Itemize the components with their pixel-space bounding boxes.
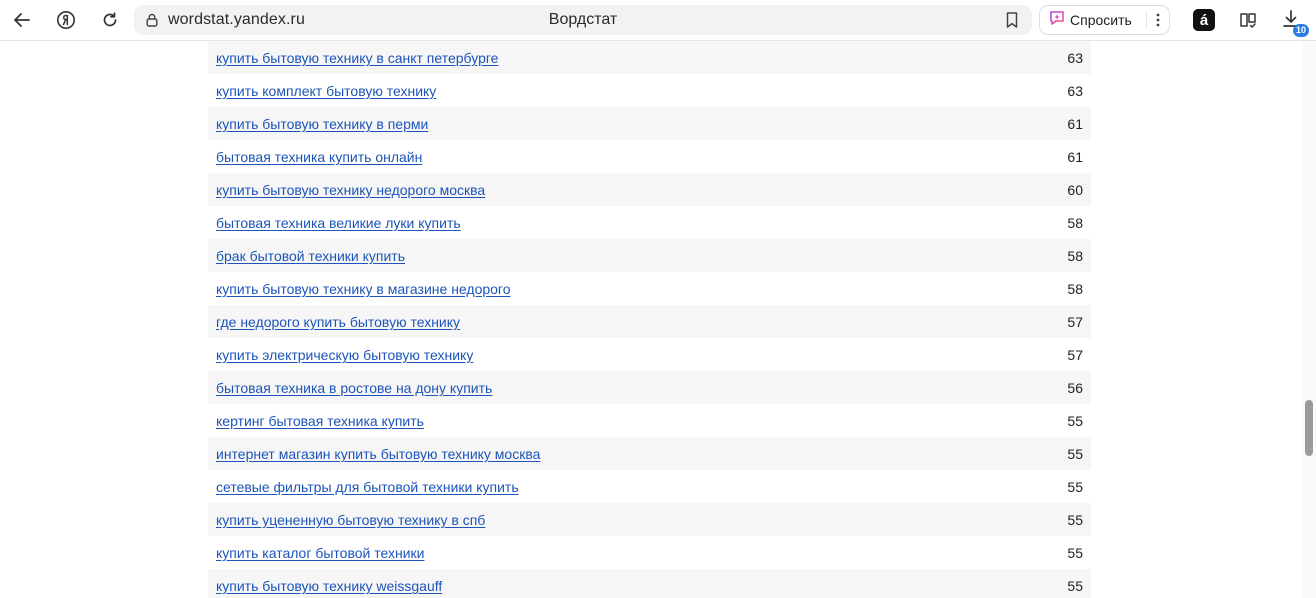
impressions-count: 60 (1067, 182, 1083, 198)
table-row: сетевые фильтры для бытовой техники купи… (208, 470, 1091, 503)
impressions-count: 58 (1067, 248, 1083, 264)
table-row: купить бытовую технику в санкт петербург… (208, 41, 1091, 74)
impressions-count: 58 (1067, 215, 1083, 231)
impressions-count: 63 (1067, 83, 1083, 99)
impressions-count: 63 (1067, 50, 1083, 66)
more-vertical-icon[interactable] (1148, 8, 1168, 32)
results-table: купить бытовую технику в санкт петербург… (208, 41, 1091, 598)
impressions-count: 55 (1067, 446, 1083, 462)
phrase-link[interactable]: купить бытовую технику в магазине недоро… (216, 281, 511, 297)
browser-toolbar: wordstat.yandex.ru Вордстат Спросить á 1… (0, 0, 1316, 41)
phrase-link[interactable]: интернет магазин купить бытовую технику … (216, 446, 540, 462)
impressions-count: 55 (1067, 578, 1083, 594)
collections-icon[interactable] (1236, 8, 1260, 32)
arrow-left-icon[interactable] (8, 6, 36, 34)
phrase-link[interactable]: сетевые фильтры для бытовой техники купи… (216, 479, 519, 495)
phrase-link[interactable]: купить каталог бытовой техники (216, 545, 424, 561)
alice-sparkle-icon (1048, 9, 1066, 32)
yandex-logo-icon[interactable] (52, 6, 80, 34)
impressions-count: 58 (1067, 281, 1083, 297)
phrase-link[interactable]: купить бытовую технику в перми (216, 116, 428, 132)
extension-a-icon[interactable]: á (1193, 9, 1215, 31)
phrase-link[interactable]: бытовая техника в ростове на дону купить (216, 380, 492, 396)
table-row: бытовая техника купить онлайн 61 (208, 140, 1091, 173)
bookmark-icon[interactable] (1001, 9, 1023, 31)
impressions-count: 55 (1067, 479, 1083, 495)
phrase-link[interactable]: купить бытовую технику weissgauff (216, 578, 442, 594)
address-url[interactable]: wordstat.yandex.ru (168, 11, 305, 29)
reload-icon[interactable] (96, 6, 124, 34)
phrase-link[interactable]: купить комплект бытовую технику (216, 83, 436, 99)
phrase-link[interactable]: купить электрическую бытовую технику (216, 347, 473, 363)
impressions-count: 57 (1067, 347, 1083, 363)
phrase-link[interactable]: купить бытовую технику в санкт петербург… (216, 50, 498, 66)
impressions-count: 61 (1067, 149, 1083, 165)
impressions-count: 61 (1067, 116, 1083, 132)
table-row: купить бытовую технику в магазине недоро… (208, 272, 1091, 305)
table-row: бытовая техника в ростове на дону купить… (208, 371, 1091, 404)
ask-button[interactable]: Спросить (1044, 8, 1144, 32)
phrase-link[interactable]: купить бытовую технику недорого москва (216, 182, 485, 198)
table-row: купить электрическую бытовую технику 57 (208, 338, 1091, 371)
impressions-count: 57 (1067, 314, 1083, 330)
impressions-count: 55 (1067, 512, 1083, 528)
phrase-link[interactable]: бытовая техника купить онлайн (216, 149, 422, 165)
page-content: купить бытовую технику в санкт петербург… (0, 41, 1302, 598)
table-row: купить каталог бытовой техники 55 (208, 536, 1091, 569)
table-row: купить комплект бытовую технику 63 (208, 74, 1091, 107)
table-row: где недорого купить бытовую технику 57 (208, 305, 1091, 338)
phrase-link[interactable]: брак бытовой техники купить (216, 248, 405, 264)
download-icon[interactable]: 10 (1280, 8, 1309, 37)
vertical-scrollbar[interactable] (1302, 41, 1316, 598)
table-row: кертинг бытовая техника купить 55 (208, 404, 1091, 437)
phrase-link[interactable]: кертинг бытовая техника купить (216, 413, 424, 429)
divider (1146, 11, 1147, 29)
table-row: купить бытовую технику недорого москва 60 (208, 173, 1091, 206)
impressions-count: 55 (1067, 413, 1083, 429)
scrollbar-thumb[interactable] (1305, 400, 1313, 456)
phrase-link[interactable]: где недорого купить бытовую технику (216, 314, 460, 330)
address-bar[interactable]: wordstat.yandex.ru Вордстат (134, 5, 1032, 35)
ask-alice-widget: Спросить (1039, 5, 1170, 35)
table-row: бытовая техника великие луки купить 58 (208, 206, 1091, 239)
table-row: купить бытовую технику в перми 61 (208, 107, 1091, 140)
impressions-count: 56 (1067, 380, 1083, 396)
table-row: брак бытовой техники купить 58 (208, 239, 1091, 272)
ask-label: Спросить (1070, 12, 1132, 28)
downloads-count-badge: 10 (1293, 24, 1309, 37)
impressions-count: 55 (1067, 545, 1083, 561)
lock-icon[interactable] (142, 10, 162, 30)
phrase-link[interactable]: купить уцененную бытовую технику в спб (216, 512, 485, 528)
table-row: купить бытовую технику weissgauff 55 (208, 569, 1091, 598)
phrase-link[interactable]: бытовая техника великие луки купить (216, 215, 461, 231)
table-row: интернет магазин купить бытовую технику … (208, 437, 1091, 470)
table-row: купить уцененную бытовую технику в спб 55 (208, 503, 1091, 536)
